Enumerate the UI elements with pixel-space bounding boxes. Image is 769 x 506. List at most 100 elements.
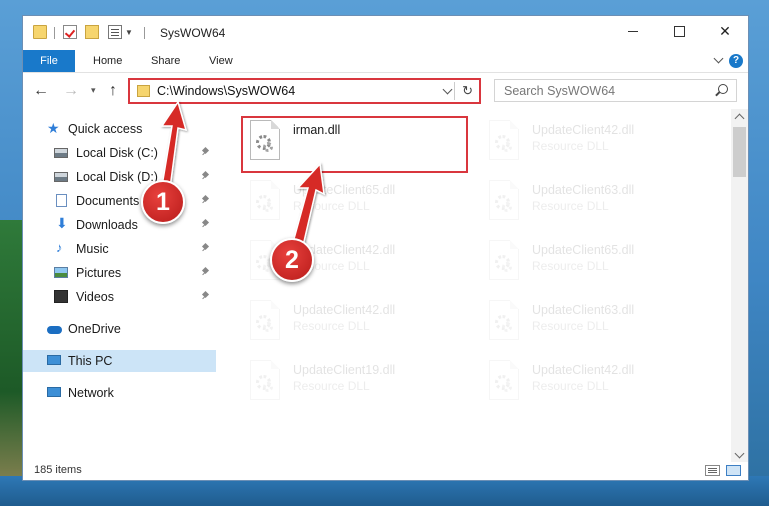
forward-button[interactable]: →	[63, 82, 79, 100]
sidebar-item-label: Documents	[76, 194, 140, 208]
file-item[interactable]: UpdateClient42.dll Resource DLL	[482, 357, 702, 409]
close-button[interactable]: ✕	[702, 16, 748, 46]
download-icon: ⬇	[56, 215, 68, 231]
sidebar-item-downloads[interactable]: ⬇ Downloads	[23, 214, 216, 236]
desktop-background-left	[0, 220, 22, 506]
sidebar-item-label: Pictures	[76, 266, 122, 280]
dll-file-icon	[489, 120, 523, 164]
item-count: 185 items	[34, 464, 82, 476]
file-type: Resource DLL	[293, 379, 370, 393]
file-type: Resource DLL	[293, 319, 370, 333]
file-name: UpdateClient19.dll	[293, 363, 396, 377]
properties-check-icon[interactable]	[63, 25, 77, 39]
title-bar: ▼ SysWOW64 ✕	[23, 16, 748, 50]
scroll-down-chevron-icon[interactable]	[734, 448, 745, 459]
computer-icon	[47, 355, 61, 365]
drive-icon	[54, 148, 68, 158]
sidebar-item-videos[interactable]: Videos	[23, 286, 216, 308]
videos-icon	[54, 290, 68, 303]
cloud-icon	[47, 326, 62, 334]
expand-ribbon-chevron-icon[interactable]	[713, 53, 724, 64]
large-icons-view-icon[interactable]	[726, 465, 741, 476]
help-icon[interactable]: ?	[729, 54, 743, 68]
sidebar-item-this-pc[interactable]: This PC	[23, 350, 216, 372]
sidebar-item-label: This PC	[68, 354, 113, 368]
explorer-window: ▼ SysWOW64 ✕ File Home Share View ? ← → …	[22, 15, 749, 481]
ribbon-tabs: File Home Share View ?	[23, 50, 748, 73]
music-icon: ♪	[56, 240, 63, 255]
file-name: UpdateClient63.dll	[532, 183, 635, 197]
pictures-icon	[54, 267, 68, 278]
maximize-button[interactable]	[656, 16, 702, 46]
search-placeholder: Search SysWOW64	[504, 84, 616, 98]
dll-file-icon	[489, 180, 523, 224]
scrollbar-thumb[interactable]	[733, 127, 746, 177]
file-item[interactable]: UpdateClient19.dll Resource DLL	[243, 357, 463, 409]
step-callout-2: 2	[270, 238, 314, 282]
folder-icon	[33, 25, 47, 39]
documents-icon	[56, 194, 67, 207]
minimize-button[interactable]	[610, 16, 656, 46]
customize-toolbar-chevron-icon[interactable]: ▼	[125, 28, 133, 37]
sidebar-item-network[interactable]: Network	[23, 382, 216, 404]
sidebar-item-pictures[interactable]: Pictures	[23, 262, 216, 284]
details-view-icon[interactable]	[705, 465, 720, 476]
address-dropdown-chevron-icon[interactable]	[442, 84, 453, 95]
dll-file-icon	[489, 360, 523, 404]
pin-icon	[202, 244, 209, 251]
tab-file[interactable]: File	[23, 50, 75, 72]
sidebar-item-music[interactable]: ♪ Music	[23, 238, 216, 260]
dll-file-icon	[250, 300, 284, 344]
sidebar-item-onedrive[interactable]: OneDrive	[23, 318, 216, 340]
quick-access-properties-icon[interactable]	[108, 25, 122, 39]
tab-home[interactable]: Home	[93, 50, 122, 72]
file-name: UpdateClient65.dll	[532, 243, 635, 257]
pin-icon	[202, 196, 209, 203]
star-icon: ★	[47, 120, 60, 136]
file-type: Resource DLL	[532, 319, 609, 333]
search-icon	[718, 84, 728, 94]
step-callout-1: 1	[141, 180, 185, 224]
file-type: Resource DLL	[532, 139, 609, 153]
dll-file-icon	[489, 300, 523, 344]
file-type: Resource DLL	[532, 199, 609, 213]
pin-icon	[202, 172, 209, 179]
file-name: UpdateClient42.dll	[532, 363, 635, 377]
network-icon	[47, 387, 61, 397]
dll-file-icon	[250, 360, 284, 404]
file-item[interactable]: UpdateClient65.dll Resource DLL	[243, 177, 463, 229]
sidebar-item-label: Music	[76, 242, 109, 256]
search-input[interactable]: Search SysWOW64	[494, 79, 737, 102]
file-name: UpdateClient42.dll	[293, 303, 396, 317]
new-folder-icon[interactable]	[85, 25, 99, 39]
dll-file-icon	[489, 240, 523, 284]
file-item[interactable]: UpdateClient65.dll Resource DLL	[482, 237, 702, 289]
dll-file-icon	[250, 180, 284, 224]
file-item[interactable]: UpdateClient42.dll Resource DLL	[482, 117, 702, 169]
tab-view[interactable]: View	[209, 50, 233, 72]
title-divider	[144, 27, 145, 39]
vertical-scrollbar[interactable]	[731, 109, 748, 464]
address-divider	[454, 82, 455, 100]
quick-access-divider	[54, 27, 55, 39]
file-item[interactable]: UpdateClient42.dll Resource DLL	[243, 297, 463, 349]
tab-share[interactable]: Share	[151, 50, 180, 72]
file-type: Resource DLL	[532, 259, 609, 273]
refresh-icon[interactable]: ↻	[462, 83, 473, 99]
navigation-bar: ← → ▾ ↑ C:\Windows\SysWOW64 ↻ Search Sys…	[23, 73, 748, 109]
back-button[interactable]: ←	[33, 82, 49, 100]
up-button[interactable]: ↑	[109, 82, 117, 100]
recent-locations-chevron-icon[interactable]: ▾	[91, 85, 96, 96]
sidebar-item-label: Videos	[76, 290, 114, 304]
file-type: Resource DLL	[532, 379, 609, 393]
sidebar-item-label: Downloads	[76, 218, 138, 232]
file-item[interactable]: UpdateClient63.dll Resource DLL	[482, 297, 702, 349]
file-name: UpdateClient63.dll	[532, 303, 635, 317]
pin-icon	[202, 292, 209, 299]
file-name: UpdateClient42.dll	[532, 123, 635, 137]
pin-icon	[202, 220, 209, 227]
pin-icon	[202, 148, 209, 155]
file-item[interactable]: UpdateClient63.dll Resource DLL	[482, 177, 702, 229]
status-bar: 185 items	[23, 462, 748, 480]
scroll-up-chevron-icon[interactable]	[734, 113, 745, 124]
